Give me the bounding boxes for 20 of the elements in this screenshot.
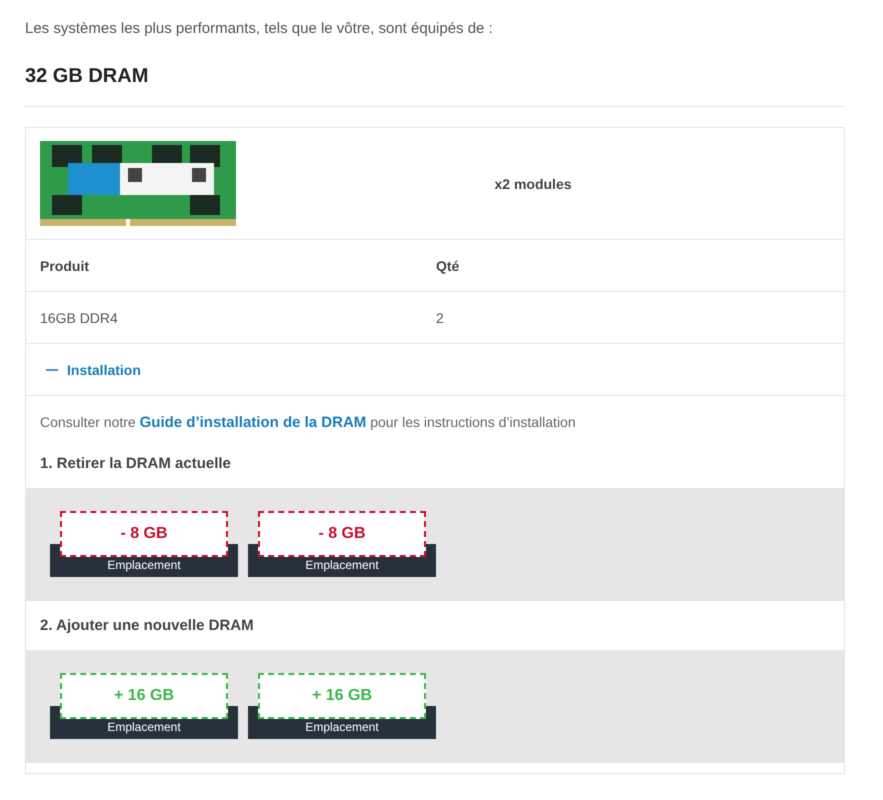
installation-toggle[interactable]: Installation xyxy=(40,362,141,378)
module-change: + 16 GB xyxy=(258,673,426,719)
table-cell-text: 16GB DDR4 xyxy=(40,310,119,326)
slot-label: Emplacement xyxy=(305,558,379,574)
module-change: + 16 GB xyxy=(60,673,228,719)
slot-label: Emplacement xyxy=(305,720,379,736)
column-header: Qté xyxy=(436,258,460,274)
step-title: 1. Retirer la DRAM actuelle xyxy=(39,454,232,474)
guide-text: Consulter notre Guide d’installation de la DRAM pour les instructions d’installation xyxy=(39,413,577,431)
guide-link[interactable]: Guide d’installation de la DRAM xyxy=(140,414,366,431)
module-quantity: x2 modules xyxy=(493,176,573,192)
module-change: - 8 GB xyxy=(60,511,228,557)
slot-label: Emplacement xyxy=(107,720,181,736)
section-heading: 32 GB DRAM xyxy=(25,65,845,107)
module-change: - 8 GB xyxy=(258,511,426,557)
intro-text: Les systèmes les plus performants, tels que le vôtre, sont équipés de : xyxy=(25,20,494,37)
slot-label: Emplacement xyxy=(107,558,181,574)
table-cell-text: 2 xyxy=(436,310,445,326)
column-header: Produit xyxy=(40,258,90,274)
step-title: 2. Ajouter une nouvelle DRAM xyxy=(39,616,255,636)
